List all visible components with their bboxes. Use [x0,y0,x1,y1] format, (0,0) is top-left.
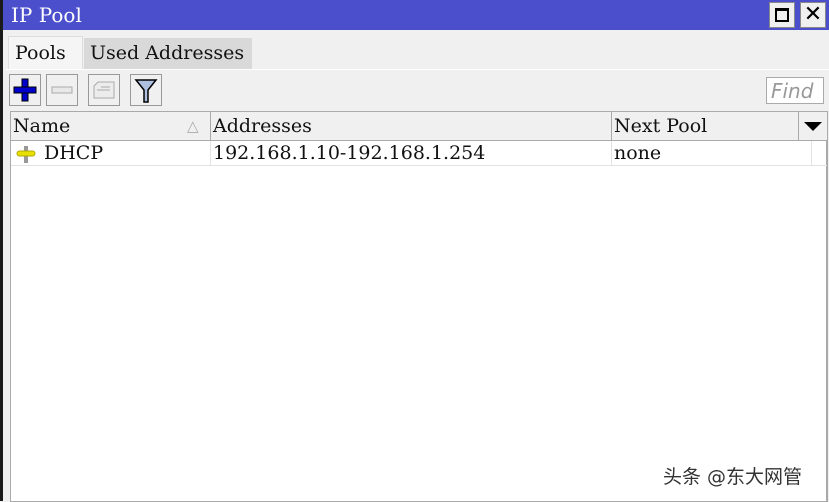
remove-icon [51,86,73,94]
close-icon: ✕ [803,2,823,27]
close-button[interactable]: ✕ [800,2,826,28]
comment-icon [93,81,115,99]
filter-button[interactable] [130,74,162,106]
title-bar[interactable]: IP Pool ✕ [3,0,829,30]
add-button[interactable] [9,74,41,106]
sort-ascending-icon: △ [187,117,199,135]
cell-name: DHCP [11,141,211,165]
ip-pool-icon [16,146,36,163]
table-header: Name △ Addresses Next Pool [11,112,827,141]
tab-used-addresses[interactable]: Used Addresses [84,38,252,70]
tab-pools[interactable]: Pools [8,36,83,70]
add-icon [13,78,37,102]
maximize-button[interactable] [769,2,795,28]
maximize-icon [775,8,789,22]
pools-panel: Find Name △ Addresses Next Pool DHCP 192… [6,69,829,502]
pools-table: Name △ Addresses Next Pool DHCP 192.168.… [10,111,828,502]
filter-icon [134,79,158,103]
chevron-down-icon [804,122,822,131]
find-input[interactable]: Find [766,77,824,104]
comment-button[interactable] [88,74,120,106]
column-header-next-pool[interactable]: Next Pool [612,112,799,140]
window-title: IP Pool [11,3,82,27]
cell-addresses: 192.168.1.10-192.168.1.254 [211,141,612,165]
column-header-addresses[interactable]: Addresses [211,112,612,140]
ip-pool-window: IP Pool ✕ Pools Used Addresses Find Name… [0,0,829,502]
column-menu-button[interactable] [799,112,827,140]
column-header-name[interactable]: Name △ [11,112,211,140]
watermark: 头条 @东大网管 [663,466,803,488]
cell-next-pool: none [612,141,812,165]
table-row[interactable]: DHCP 192.168.1.10-192.168.1.254 none [11,141,827,166]
remove-button[interactable] [46,74,78,106]
